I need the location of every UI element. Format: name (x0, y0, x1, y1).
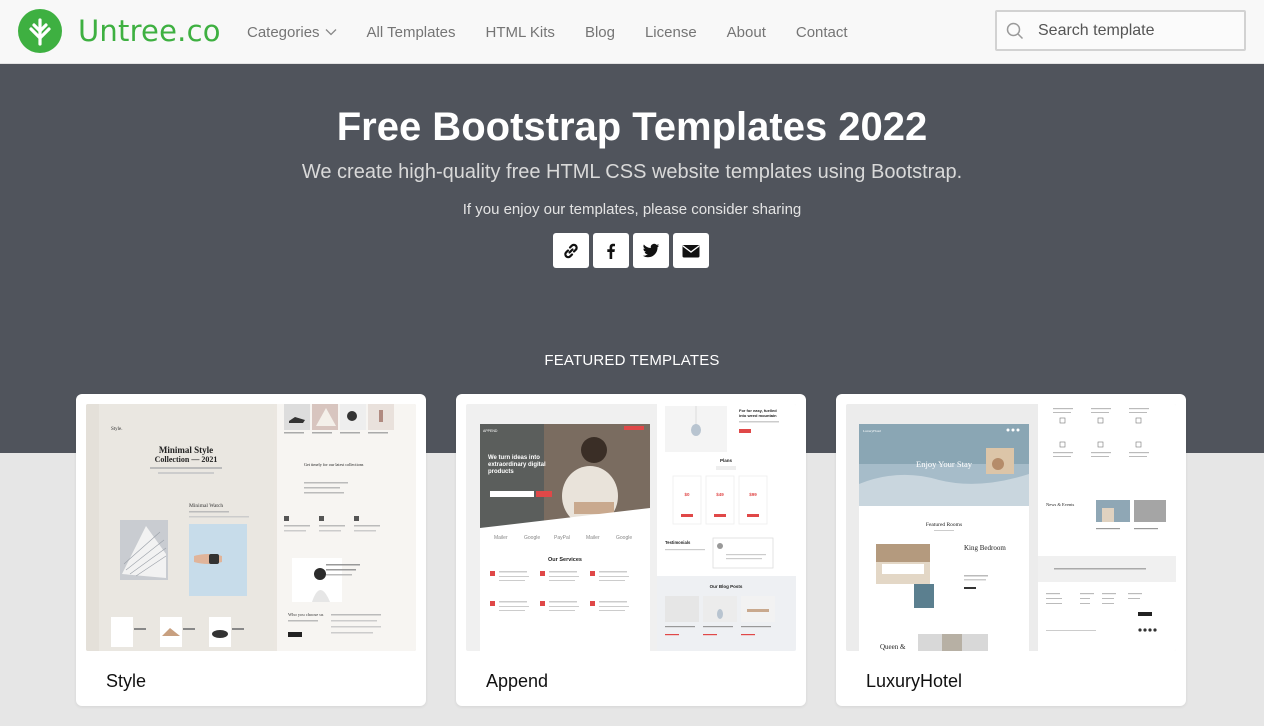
svg-text:$0: $0 (684, 492, 690, 497)
style-preview-title-2: Collection — 2021 (155, 455, 218, 464)
share-link-button[interactable] (553, 233, 589, 268)
search-icon (1006, 22, 1024, 40)
template-name-luxuryhotel[interactable]: LuxuryHotel (866, 671, 962, 692)
nav-categories-label: Categories (247, 23, 320, 41)
main-nav: Categories All Templates HTML Kits Blog … (247, 0, 878, 64)
search-box (995, 10, 1246, 51)
svg-text:Mailer: Mailer (586, 535, 600, 541)
nav-blog[interactable]: Blog (585, 24, 615, 41)
chevron-down-icon (325, 28, 337, 36)
svg-text:APPEND: APPEND (483, 429, 498, 433)
svg-text:$49: $49 (716, 492, 724, 497)
svg-text:products: products (488, 469, 514, 475)
nav-about[interactable]: About (727, 24, 766, 41)
svg-text:Mailer: Mailer (494, 535, 508, 541)
twitter-icon (642, 242, 660, 260)
nav-categories[interactable]: Categories (247, 24, 337, 41)
svg-text:LuxuryHotel: LuxuryHotel (863, 429, 881, 433)
svg-text:PayPal: PayPal (554, 535, 570, 541)
template-card-append[interactable]: APPEND We turn ideas into extraordinary … (456, 394, 806, 706)
facebook-icon (602, 242, 620, 260)
brand-logo[interactable]: Untree.co (18, 9, 221, 53)
featured-heading: FEATURED TEMPLATES (544, 352, 720, 369)
template-card-luxuryhotel[interactable]: Enjoy Your Stay LuxuryHotel Featured Roo… (836, 394, 1186, 706)
hotel-preview-hero: Enjoy Your Stay (916, 459, 973, 469)
svg-text:Google: Google (524, 535, 540, 541)
append-preview-pricing: Plans (720, 458, 733, 463)
share-email-button[interactable] (673, 233, 709, 268)
top-navbar: Untree.co Categories All Templates HTML … (0, 0, 1264, 64)
append-preview-blog: Our Blog Posts (710, 584, 743, 589)
hero-share-text: If you enjoy our templates, please consi… (462, 201, 802, 218)
template-card-style[interactable]: Style. Minimal Style Collection — 2021 M… (76, 394, 426, 706)
svg-text:We turn ideas into: We turn ideas into (488, 455, 540, 461)
template-name-append[interactable]: Append (486, 671, 548, 692)
template-name-style[interactable]: Style (106, 671, 146, 692)
nav-html-kits[interactable]: HTML Kits (485, 24, 554, 41)
nav-contact[interactable]: Contact (796, 24, 848, 41)
template-preview-luxuryhotel[interactable]: Enjoy Your Stay LuxuryHotel Featured Roo… (846, 404, 1176, 651)
share-twitter-button[interactable] (633, 233, 669, 268)
leaf-logo-icon (18, 9, 62, 53)
template-preview-style[interactable]: Style. Minimal Style Collection — 2021 M… (86, 404, 416, 651)
share-facebook-button[interactable] (593, 233, 629, 268)
search-input[interactable] (1038, 21, 1228, 40)
envelope-icon (682, 243, 700, 259)
style-preview-title-1: Minimal Style (159, 445, 213, 455)
svg-text:extraordinary digital: extraordinary digital (488, 462, 546, 468)
svg-text:$99: $99 (749, 492, 757, 497)
hotel-preview-featured: Featured Rooms (926, 522, 962, 528)
style-preview-section: Get timely for our latest collections (304, 462, 364, 467)
hotel-preview-room2: Queen & (880, 643, 906, 651)
nav-license[interactable]: License (645, 24, 697, 41)
share-buttons (553, 233, 713, 268)
hero-title: Free Bootstrap Templates 2022 (336, 105, 928, 149)
append-preview-testimonials: Testimonials (665, 540, 691, 545)
style-preview-footer: Who you choose us (288, 612, 324, 617)
nav-all-templates[interactable]: All Templates (367, 24, 456, 41)
hotel-preview-room1: King Bedroom (964, 544, 1006, 552)
style-preview-product: Minimal Watch (189, 503, 223, 509)
svg-text:Google: Google (616, 535, 632, 541)
link-icon (562, 242, 580, 260)
append-preview-services: Our Services (548, 557, 582, 563)
hero-subtitle: We create high-quality free HTML CSS web… (301, 161, 963, 183)
svg-text:Style.: Style. (111, 427, 123, 432)
brand-name: Untree.co (78, 14, 221, 48)
template-preview-append[interactable]: APPEND We turn ideas into extraordinary … (466, 404, 796, 651)
hotel-preview-news: News & Events (1046, 502, 1074, 507)
svg-text:into weed mountain: into weed mountain (739, 413, 777, 418)
